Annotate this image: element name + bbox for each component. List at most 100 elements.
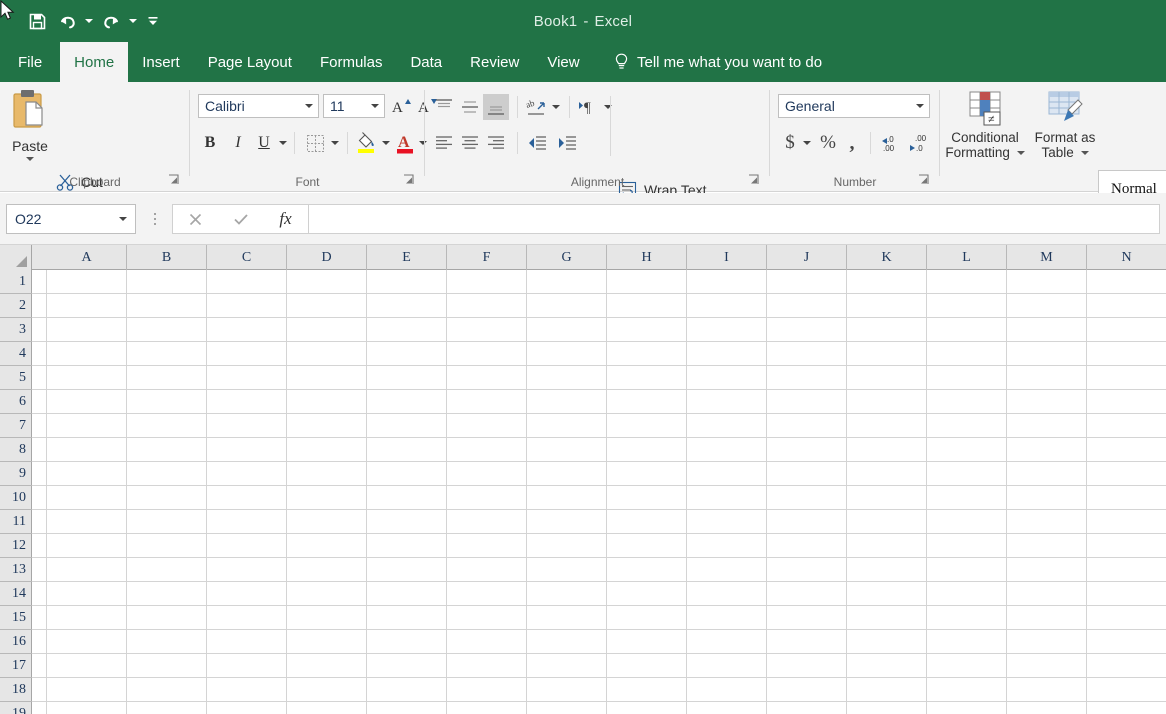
grid-column-line (846, 270, 847, 714)
row-header-19[interactable]: 19 (0, 702, 32, 714)
format-as-table-button[interactable]: Format as Table (1025, 90, 1105, 160)
font-name-dropdown-icon[interactable] (300, 95, 318, 117)
font-size-box[interactable] (323, 94, 385, 118)
column-header-k[interactable]: K (847, 245, 927, 270)
tab-file[interactable]: File (0, 42, 60, 82)
row-header-13[interactable]: 13 (0, 558, 32, 582)
column-header-l[interactable]: L (927, 245, 1007, 270)
text-direction-button[interactable]: ¶ (575, 94, 601, 120)
number-format-input[interactable] (779, 95, 911, 117)
font-dialog-launcher[interactable] (403, 174, 417, 188)
orientation-button[interactable]: ab (523, 94, 549, 120)
paste-dropdown-icon[interactable] (26, 157, 34, 161)
font-color-button[interactable]: A (393, 130, 417, 156)
italic-button[interactable]: I (226, 130, 250, 156)
row-header-7[interactable]: 7 (0, 414, 32, 438)
column-header-d[interactable]: D (287, 245, 367, 270)
increase-indent-button[interactable] (553, 130, 581, 156)
middle-align-button[interactable] (457, 94, 483, 120)
formula-input[interactable] (309, 205, 1159, 233)
column-header-m[interactable]: M (1007, 245, 1087, 270)
percent-style-button[interactable]: % (816, 130, 840, 156)
orientation-dropdown-icon[interactable] (549, 94, 563, 120)
underline-button[interactable]: U (252, 130, 276, 156)
accounting-format-dropdown-icon[interactable] (800, 130, 814, 156)
column-header-f[interactable]: F (447, 245, 527, 270)
number-dialog-launcher[interactable] (918, 174, 932, 188)
name-box-input[interactable] (7, 205, 111, 233)
column-header-i[interactable]: I (687, 245, 767, 270)
font-size-input[interactable] (324, 95, 366, 117)
tab-data[interactable]: Data (396, 42, 456, 82)
enter-formula-icon[interactable] (218, 205, 263, 233)
insert-function-icon[interactable]: fx (263, 205, 308, 233)
cell-area[interactable] (32, 270, 1166, 714)
font-size-dropdown-icon[interactable] (366, 95, 384, 117)
text-direction-dropdown-icon[interactable] (601, 94, 615, 120)
increase-font-size-button[interactable]: A (389, 94, 413, 118)
row-header-5[interactable]: 5 (0, 366, 32, 390)
increase-decimal-button[interactable]: .0 .00 (878, 130, 904, 156)
tab-view[interactable]: View (533, 42, 593, 82)
tab-review[interactable]: Review (456, 42, 533, 82)
top-align-button[interactable] (431, 94, 457, 120)
tab-formulas[interactable]: Formulas (306, 42, 397, 82)
comma-style-button[interactable]: , (842, 130, 862, 156)
row-header-16[interactable]: 16 (0, 630, 32, 654)
format-as-table-dropdown-icon[interactable] (1081, 151, 1089, 155)
accounting-format-button[interactable]: $ (780, 130, 800, 156)
font-name-input[interactable] (199, 95, 300, 117)
tab-page-layout[interactable]: Page Layout (194, 42, 306, 82)
column-header-j[interactable]: J (767, 245, 847, 270)
name-box-dropdown-icon[interactable] (111, 217, 135, 221)
number-format-dropdown-icon[interactable] (911, 95, 929, 117)
number-format-box[interactable] (778, 94, 930, 118)
borders-button[interactable] (302, 130, 328, 156)
clipboard-dialog-launcher[interactable] (168, 174, 182, 188)
conditional-formatting-dropdown-icon[interactable] (1017, 151, 1025, 155)
row-header-10[interactable]: 10 (0, 486, 32, 510)
fill-color-dropdown-icon[interactable] (379, 130, 393, 156)
column-header-c[interactable]: C (207, 245, 287, 270)
row-header-12[interactable]: 12 (0, 534, 32, 558)
decrease-indent-button[interactable] (523, 130, 551, 156)
fill-color-button[interactable] (353, 130, 379, 156)
bottom-align-button[interactable] (483, 94, 509, 120)
formula-bar-handle[interactable] (150, 208, 160, 230)
row-header-2[interactable]: 2 (0, 294, 32, 318)
font-name-box[interactable] (198, 94, 319, 118)
row-header-4[interactable]: 4 (0, 342, 32, 366)
decrease-decimal-button[interactable]: .00 .0 (906, 130, 932, 156)
borders-dropdown-icon[interactable] (328, 130, 342, 156)
conditional-formatting-button[interactable]: ≠ Conditional Formatting (945, 90, 1025, 160)
tell-me-search[interactable]: Tell me what you want to do (614, 42, 822, 82)
name-box[interactable] (6, 204, 136, 234)
bold-button[interactable]: B (198, 130, 222, 156)
row-header-15[interactable]: 15 (0, 606, 32, 630)
select-all-button[interactable] (0, 245, 32, 270)
tab-home[interactable]: Home (60, 42, 128, 82)
align-right-button[interactable] (483, 130, 509, 156)
row-header-14[interactable]: 14 (0, 582, 32, 606)
align-left-button[interactable] (431, 130, 457, 156)
column-header-b[interactable]: B (127, 245, 207, 270)
tab-insert[interactable]: Insert (128, 42, 194, 82)
cancel-formula-icon[interactable] (173, 205, 218, 233)
column-header-a[interactable]: A (47, 245, 127, 270)
row-header-9[interactable]: 9 (0, 462, 32, 486)
column-header-g[interactable]: G (527, 245, 607, 270)
row-header-11[interactable]: 11 (0, 510, 32, 534)
row-header-3[interactable]: 3 (0, 318, 32, 342)
row-header-8[interactable]: 8 (0, 438, 32, 462)
column-header-h[interactable]: H (607, 245, 687, 270)
column-header-n[interactable]: N (1087, 245, 1166, 270)
row-header-6[interactable]: 6 (0, 390, 32, 414)
row-header-17[interactable]: 17 (0, 654, 32, 678)
row-header-1[interactable]: 1 (0, 270, 32, 294)
row-header-18[interactable]: 18 (0, 678, 32, 702)
underline-dropdown-icon[interactable] (276, 130, 290, 156)
paste-button[interactable]: Paste (6, 88, 54, 176)
column-header-e[interactable]: E (367, 245, 447, 270)
center-button[interactable] (457, 130, 483, 156)
alignment-dialog-launcher[interactable] (748, 174, 762, 188)
